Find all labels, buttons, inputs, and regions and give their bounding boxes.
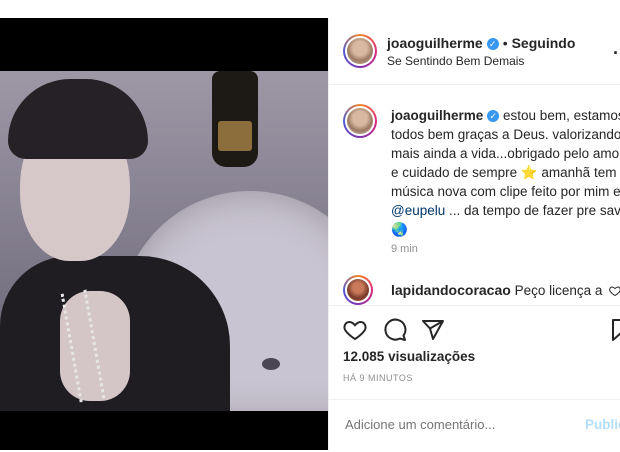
caption-avatar-image xyxy=(347,108,373,134)
comment-body: Peço licença a xyxy=(514,283,603,298)
avatar-border xyxy=(345,36,375,66)
more-options-icon[interactable]: ... xyxy=(613,38,620,59)
views-label: visualizações xyxy=(388,349,476,364)
post-timestamp[interactable]: HÁ 9 MINUTOS xyxy=(343,373,413,383)
beanie xyxy=(8,79,148,159)
verified-icon: ✓ xyxy=(486,38,499,50)
post-header: joaoguilherme ✓ • Seguindo Se Sentindo Bem … xyxy=(329,18,620,85)
header-username[interactable]: joaoguilherme xyxy=(387,35,483,51)
like-heart-icon[interactable] xyxy=(343,318,367,342)
share-send-icon[interactable] xyxy=(421,318,445,342)
video-player[interactable] xyxy=(0,18,328,450)
caption-avatar[interactable] xyxy=(343,104,377,138)
avatar[interactable] xyxy=(343,34,377,68)
add-comment-bar: Publicar xyxy=(329,399,620,452)
caption-time: 9 min xyxy=(391,243,418,255)
comment-username[interactable]: lapidandocoracao xyxy=(391,282,511,298)
header-user-line: joaoguilherme ✓ • Seguindo xyxy=(387,35,575,51)
video-frame[interactable] xyxy=(0,71,328,411)
separator-dot: • xyxy=(502,35,508,51)
comment-input[interactable] xyxy=(343,416,577,433)
views-count[interactable]: 12.085 visualizações xyxy=(343,349,475,364)
publish-button[interactable]: Publicar xyxy=(585,417,620,432)
comment-item: lapidandocoracao Peço licença a xyxy=(329,273,620,309)
caption-body-3: ... da tempo de fazer pre save xyxy=(445,203,620,218)
comment-avatar[interactable] xyxy=(343,275,373,305)
caption-avatar-border xyxy=(345,106,375,136)
comment-bubble-icon[interactable] xyxy=(383,318,407,342)
comment-avatar-border xyxy=(345,277,371,303)
comment-like-icon[interactable] xyxy=(609,285,620,297)
caption-username[interactable]: joaoguilherme xyxy=(391,108,483,123)
drain-plug xyxy=(262,358,280,370)
views-number: 12.085 xyxy=(343,349,385,364)
caption: joaoguilherme ✓ estou bem, estamos todos … xyxy=(329,100,620,270)
comment-text: lapidandocoracao Peço licença a xyxy=(391,282,602,298)
following-button[interactable]: Seguindo xyxy=(512,35,576,51)
comment-avatar-image xyxy=(347,279,369,301)
top-strip xyxy=(0,0,620,18)
caption-text: joaoguilherme ✓ estou bem, estamos todos … xyxy=(391,106,620,239)
avatar-image xyxy=(347,38,373,64)
star-emoji: ⭐ xyxy=(520,165,538,180)
mention-link[interactable]: @eupelu xyxy=(391,203,445,218)
post-actions: 12.085 visualizações HÁ 9 MINUTOS Public… xyxy=(329,305,620,446)
audio-subtitle[interactable]: Se Sentindo Bem Demais xyxy=(387,54,524,68)
globe-emoji: 🌏 xyxy=(391,222,408,237)
champagne-bottle xyxy=(212,71,258,167)
save-bookmark-icon[interactable] xyxy=(611,318,620,342)
verified-icon: ✓ xyxy=(487,110,500,122)
post-panel: joaoguilherme ✓ • Seguindo Se Sentindo Bem … xyxy=(328,18,620,450)
bottle-label xyxy=(218,121,252,151)
